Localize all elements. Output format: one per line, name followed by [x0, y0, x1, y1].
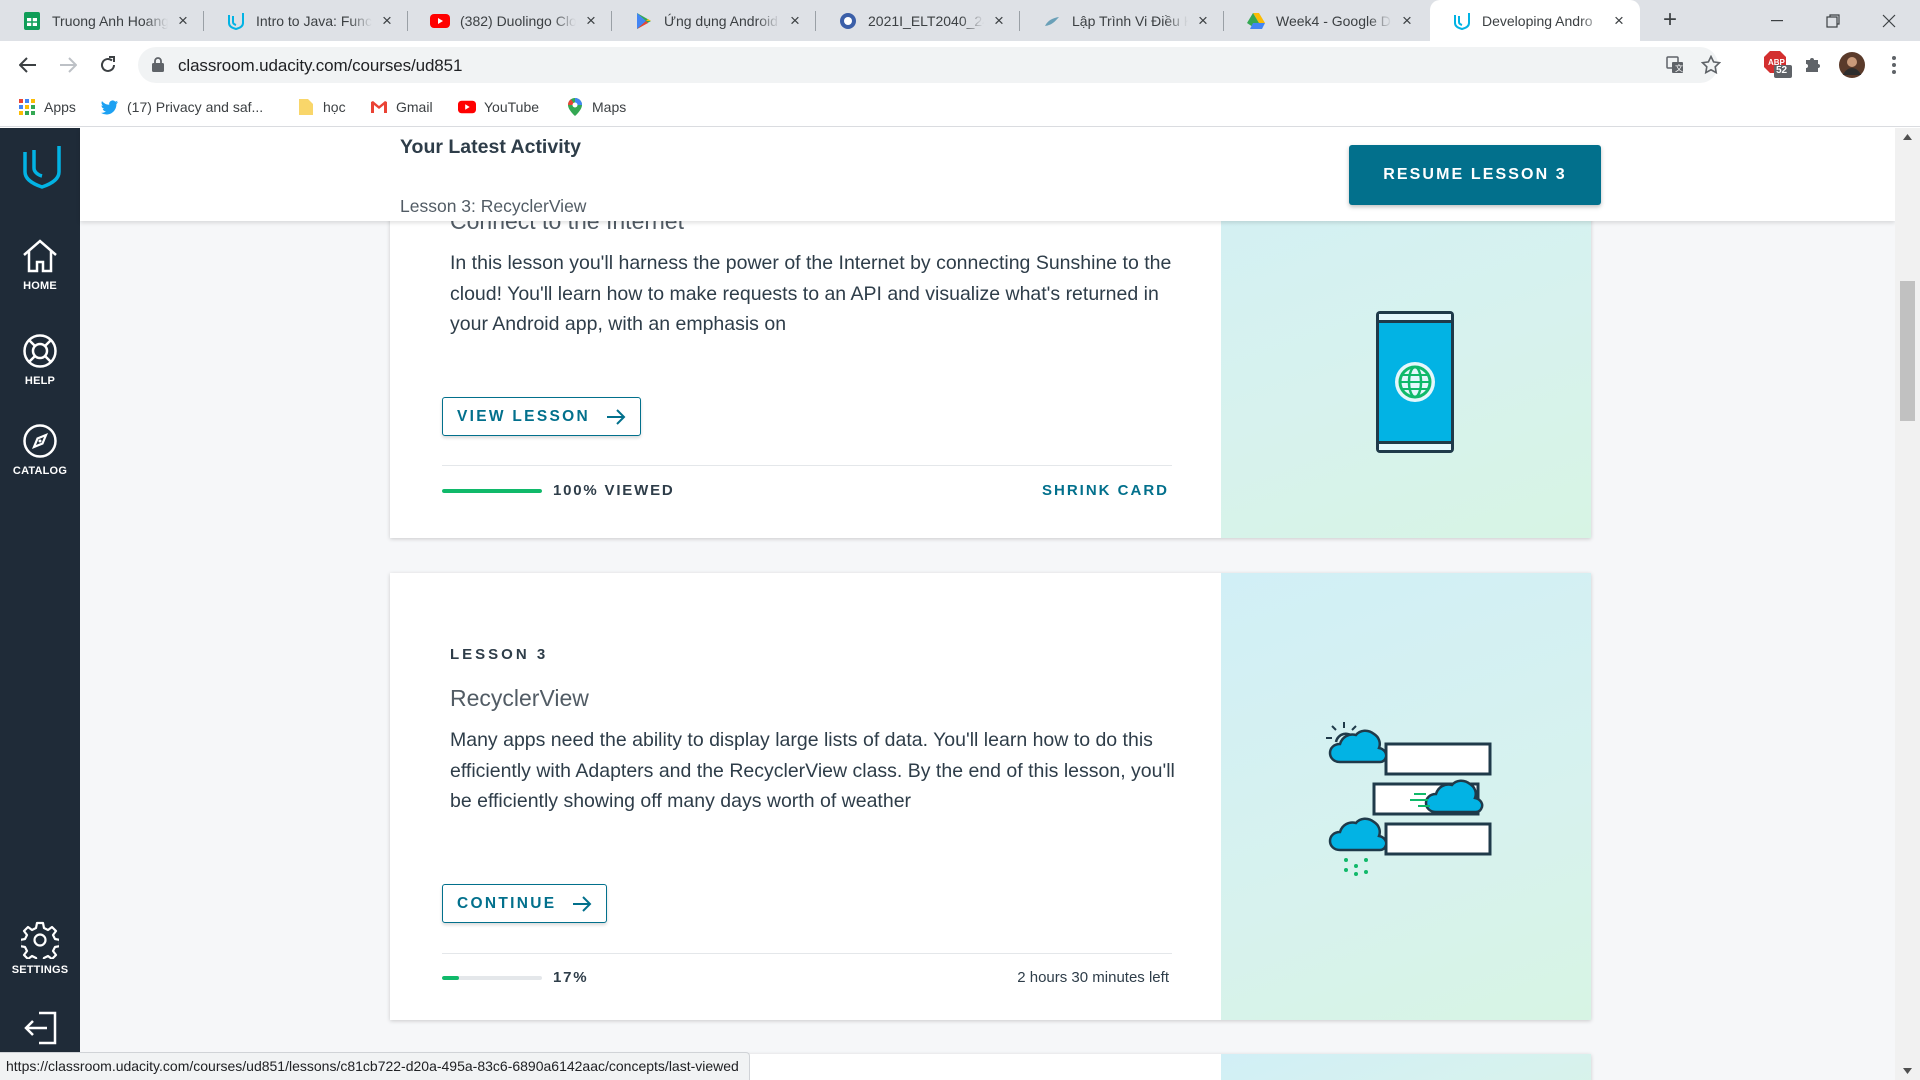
- bookmark-maps[interactable]: Maps: [566, 98, 626, 116]
- bookmark-folder[interactable]: học: [297, 98, 346, 116]
- browser-tab[interactable]: (382) Duolingo Clo ×: [408, 0, 612, 41]
- new-tab-button[interactable]: +: [1656, 6, 1684, 34]
- time-left: 2 hours 30 minutes left: [1017, 969, 1169, 986]
- browser-tab[interactable]: Ứng dụng Android ×: [612, 0, 816, 41]
- help-lifebuoy-icon: [20, 331, 60, 371]
- browser-tab[interactable]: Week4 - Google D ×: [1224, 0, 1428, 41]
- arrow-right-icon: [572, 895, 592, 912]
- latest-activity-lesson: Lesson 3: RecyclerView: [400, 196, 587, 216]
- reload-button[interactable]: [94, 51, 122, 79]
- gmail-icon: [370, 98, 388, 116]
- url-text[interactable]: classroom.udacity.com/courses/ud851: [178, 56, 462, 76]
- google-play-icon: [634, 11, 654, 31]
- scroll-up-arrow-icon[interactable]: [1903, 134, 1912, 140]
- close-icon[interactable]: ×: [1610, 11, 1628, 30]
- page-content: HOME HELP CATALOG SETTINGS Connect to th…: [0, 128, 1920, 1080]
- close-icon[interactable]: ×: [378, 11, 396, 30]
- browser-tab-active[interactable]: Developing Andro ×: [1430, 0, 1640, 41]
- browser-tab[interactable]: Intro to Java: Funct ×: [204, 0, 408, 41]
- extensions-puzzle-icon[interactable]: [1798, 51, 1826, 79]
- tab-strip: Truong Anh Hoang × Intro to Java: Funct …: [0, 0, 1920, 41]
- close-window-button[interactable]: [1866, 0, 1912, 41]
- close-icon[interactable]: ×: [786, 11, 804, 30]
- blog-icon: [1042, 11, 1062, 31]
- browser-tab[interactable]: 2021I_ELT2040_24 ×: [816, 0, 1020, 41]
- folder-icon: [297, 98, 315, 116]
- shrink-card-link[interactable]: SHRINK CARD: [1042, 482, 1169, 499]
- logout-icon: [20, 1008, 60, 1048]
- close-icon[interactable]: ×: [1194, 11, 1212, 30]
- divider: [442, 465, 1172, 466]
- lesson-description: In this lesson you'll harness the power …: [450, 252, 1172, 335]
- close-icon[interactable]: ×: [1398, 11, 1416, 30]
- progress-bar: [442, 489, 542, 493]
- home-icon: [20, 236, 60, 276]
- close-icon[interactable]: ×: [582, 11, 600, 30]
- progress-label: 100% VIEWED: [553, 482, 675, 499]
- back-button[interactable]: [14, 51, 42, 79]
- bookmark-gmail[interactable]: Gmail: [370, 98, 433, 116]
- translate-icon[interactable]: 文: [1664, 54, 1686, 76]
- menu-kebab-icon[interactable]: [1880, 51, 1908, 79]
- bookmark-apps[interactable]: Apps: [18, 98, 76, 116]
- gear-icon: [20, 920, 60, 960]
- link-status-bar: https://classroom.udacity.com/courses/ud…: [0, 1052, 750, 1080]
- lock-icon: [152, 57, 164, 77]
- bookmark-youtube[interactable]: YouTube: [458, 98, 539, 116]
- course-site-icon: [838, 11, 858, 31]
- google-sheets-icon: [22, 11, 42, 31]
- page-scrollbar[interactable]: [1895, 128, 1920, 1080]
- compass-icon: [20, 421, 60, 461]
- bookmark-star-icon[interactable]: [1700, 54, 1722, 76]
- view-lesson-button[interactable]: VIEW LESSON: [442, 397, 641, 436]
- lesson-card-recyclerview: LESSON 3 RecyclerView Many apps need the…: [390, 573, 1591, 1020]
- progress-bar: [442, 976, 542, 980]
- progress-label: 17%: [553, 969, 589, 986]
- bookmark-twitter[interactable]: (17) Privacy and saf...: [101, 98, 263, 116]
- nav-catalog[interactable]: CATALOG: [0, 421, 80, 477]
- lesson-number: LESSON 3: [450, 646, 549, 663]
- google-drive-icon: [1246, 11, 1266, 31]
- twitter-icon: [101, 98, 119, 116]
- address-bar[interactable]: classroom.udacity.com/courses/ud851 文: [138, 47, 1721, 83]
- extension-badge: 52: [1776, 65, 1788, 76]
- continue-button[interactable]: CONTINUE: [442, 884, 608, 923]
- latest-activity-header: Your Latest Activity Lesson 3: RecyclerV…: [80, 128, 1895, 221]
- nav-settings[interactable]: SETTINGS: [0, 920, 80, 976]
- main-content: Connect to the Internet In this lesson y…: [80, 128, 1895, 1080]
- youtube-icon: [458, 98, 476, 116]
- apps-grid-icon: [18, 98, 36, 116]
- forward-button[interactable]: [54, 51, 82, 79]
- browser-tab[interactable]: Lập Trình Vi Điều K ×: [1020, 0, 1224, 41]
- maps-icon: [566, 98, 584, 116]
- youtube-icon: [430, 11, 450, 31]
- nav-help[interactable]: HELP: [0, 331, 80, 387]
- close-icon[interactable]: ×: [990, 11, 1008, 30]
- udacity-logo[interactable]: [22, 144, 62, 195]
- nav-home[interactable]: HOME: [0, 236, 80, 292]
- profile-avatar[interactable]: [1838, 51, 1866, 79]
- scrollbar-thumb[interactable]: [1900, 281, 1915, 421]
- restore-button[interactable]: [1810, 0, 1856, 41]
- browser-tab[interactable]: Truong Anh Hoang ×: [0, 0, 204, 41]
- browser-toolbar: classroom.udacity.com/courses/ud851 文 AB…: [0, 41, 1920, 89]
- bookmarks-bar: Apps (17) Privacy and saf... học Gmail Y…: [0, 89, 1920, 127]
- scroll-down-arrow-icon[interactable]: [1903, 1068, 1912, 1074]
- udacity-icon: [1452, 11, 1472, 31]
- close-icon[interactable]: ×: [174, 11, 192, 30]
- minimize-button[interactable]: [1754, 0, 1800, 41]
- lesson-illustration: [1221, 1054, 1591, 1080]
- lesson-title: RecyclerView: [450, 685, 589, 711]
- lesson-description: Many apps need the ability to display la…: [450, 729, 1175, 812]
- latest-activity-title: Your Latest Activity: [400, 136, 581, 158]
- side-navigation: HOME HELP CATALOG SETTINGS: [0, 128, 80, 1080]
- divider: [442, 953, 1172, 954]
- udacity-icon: [226, 11, 246, 31]
- svg-text:文: 文: [1675, 63, 1683, 73]
- arrow-right-icon: [606, 408, 626, 425]
- nav-logout[interactable]: [0, 1008, 80, 1052]
- adblock-extension-icon[interactable]: ABP 52: [1762, 49, 1792, 79]
- resume-lesson-button[interactable]: RESUME LESSON 3: [1349, 145, 1601, 205]
- weather-list-illustration: [1221, 573, 1591, 1020]
